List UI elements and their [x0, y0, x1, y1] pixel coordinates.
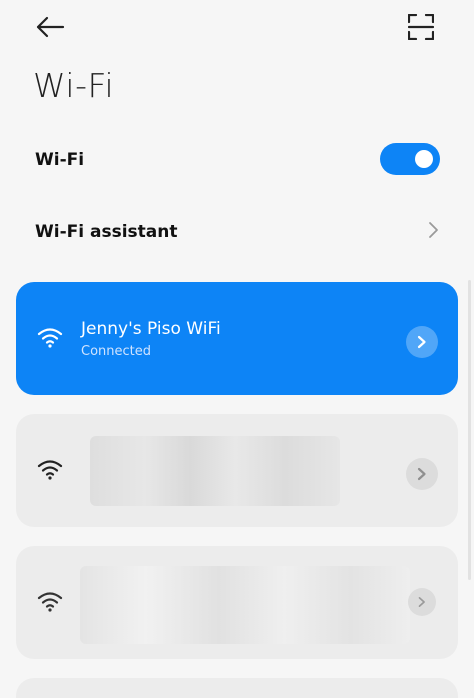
back-button[interactable] — [30, 10, 70, 44]
wifi-label: Wi-Fi — [35, 150, 85, 170]
connected-network-card[interactable]: Jenny's Piso WiFi Connected — [16, 282, 458, 395]
chevron-right-icon — [417, 335, 426, 349]
available-network-card[interactable] — [16, 678, 458, 698]
toggle-knob — [415, 150, 433, 168]
wifi-assistant-label: Wi-Fi assistant — [35, 222, 178, 242]
top-bar — [0, 0, 474, 60]
wifi-signal-icon — [37, 592, 63, 612]
qr-scan-icon — [408, 14, 434, 40]
available-network-card[interactable] — [16, 546, 458, 659]
obscured-network-name — [90, 436, 340, 506]
network-details-button[interactable] — [406, 458, 438, 490]
page-title: Wi-Fi — [33, 66, 115, 105]
scrollbar[interactable] — [468, 280, 471, 580]
chevron-right-icon — [418, 596, 425, 607]
chevron-right-icon — [429, 222, 438, 238]
back-arrow-icon — [36, 16, 65, 38]
chevron-right-icon — [417, 467, 426, 481]
network-status: Connected — [81, 344, 152, 359]
network-details-button[interactable] — [406, 326, 438, 358]
wifi-settings-screen: Wi-Fi Wi-Fi Wi-Fi assistant Jenny's Piso… — [0, 0, 474, 698]
network-name: Jenny's Piso WiFi — [81, 319, 221, 339]
available-network-card[interactable] — [16, 414, 458, 527]
wifi-toggle[interactable] — [380, 143, 440, 175]
obscured-network-name — [80, 566, 410, 644]
network-details-button[interactable] — [408, 588, 436, 616]
wifi-assistant-row[interactable]: Wi-Fi assistant — [35, 212, 445, 252]
wifi-signal-icon — [37, 460, 63, 480]
scan-qr-button[interactable] — [401, 9, 441, 45]
wifi-signal-icon — [37, 328, 63, 348]
